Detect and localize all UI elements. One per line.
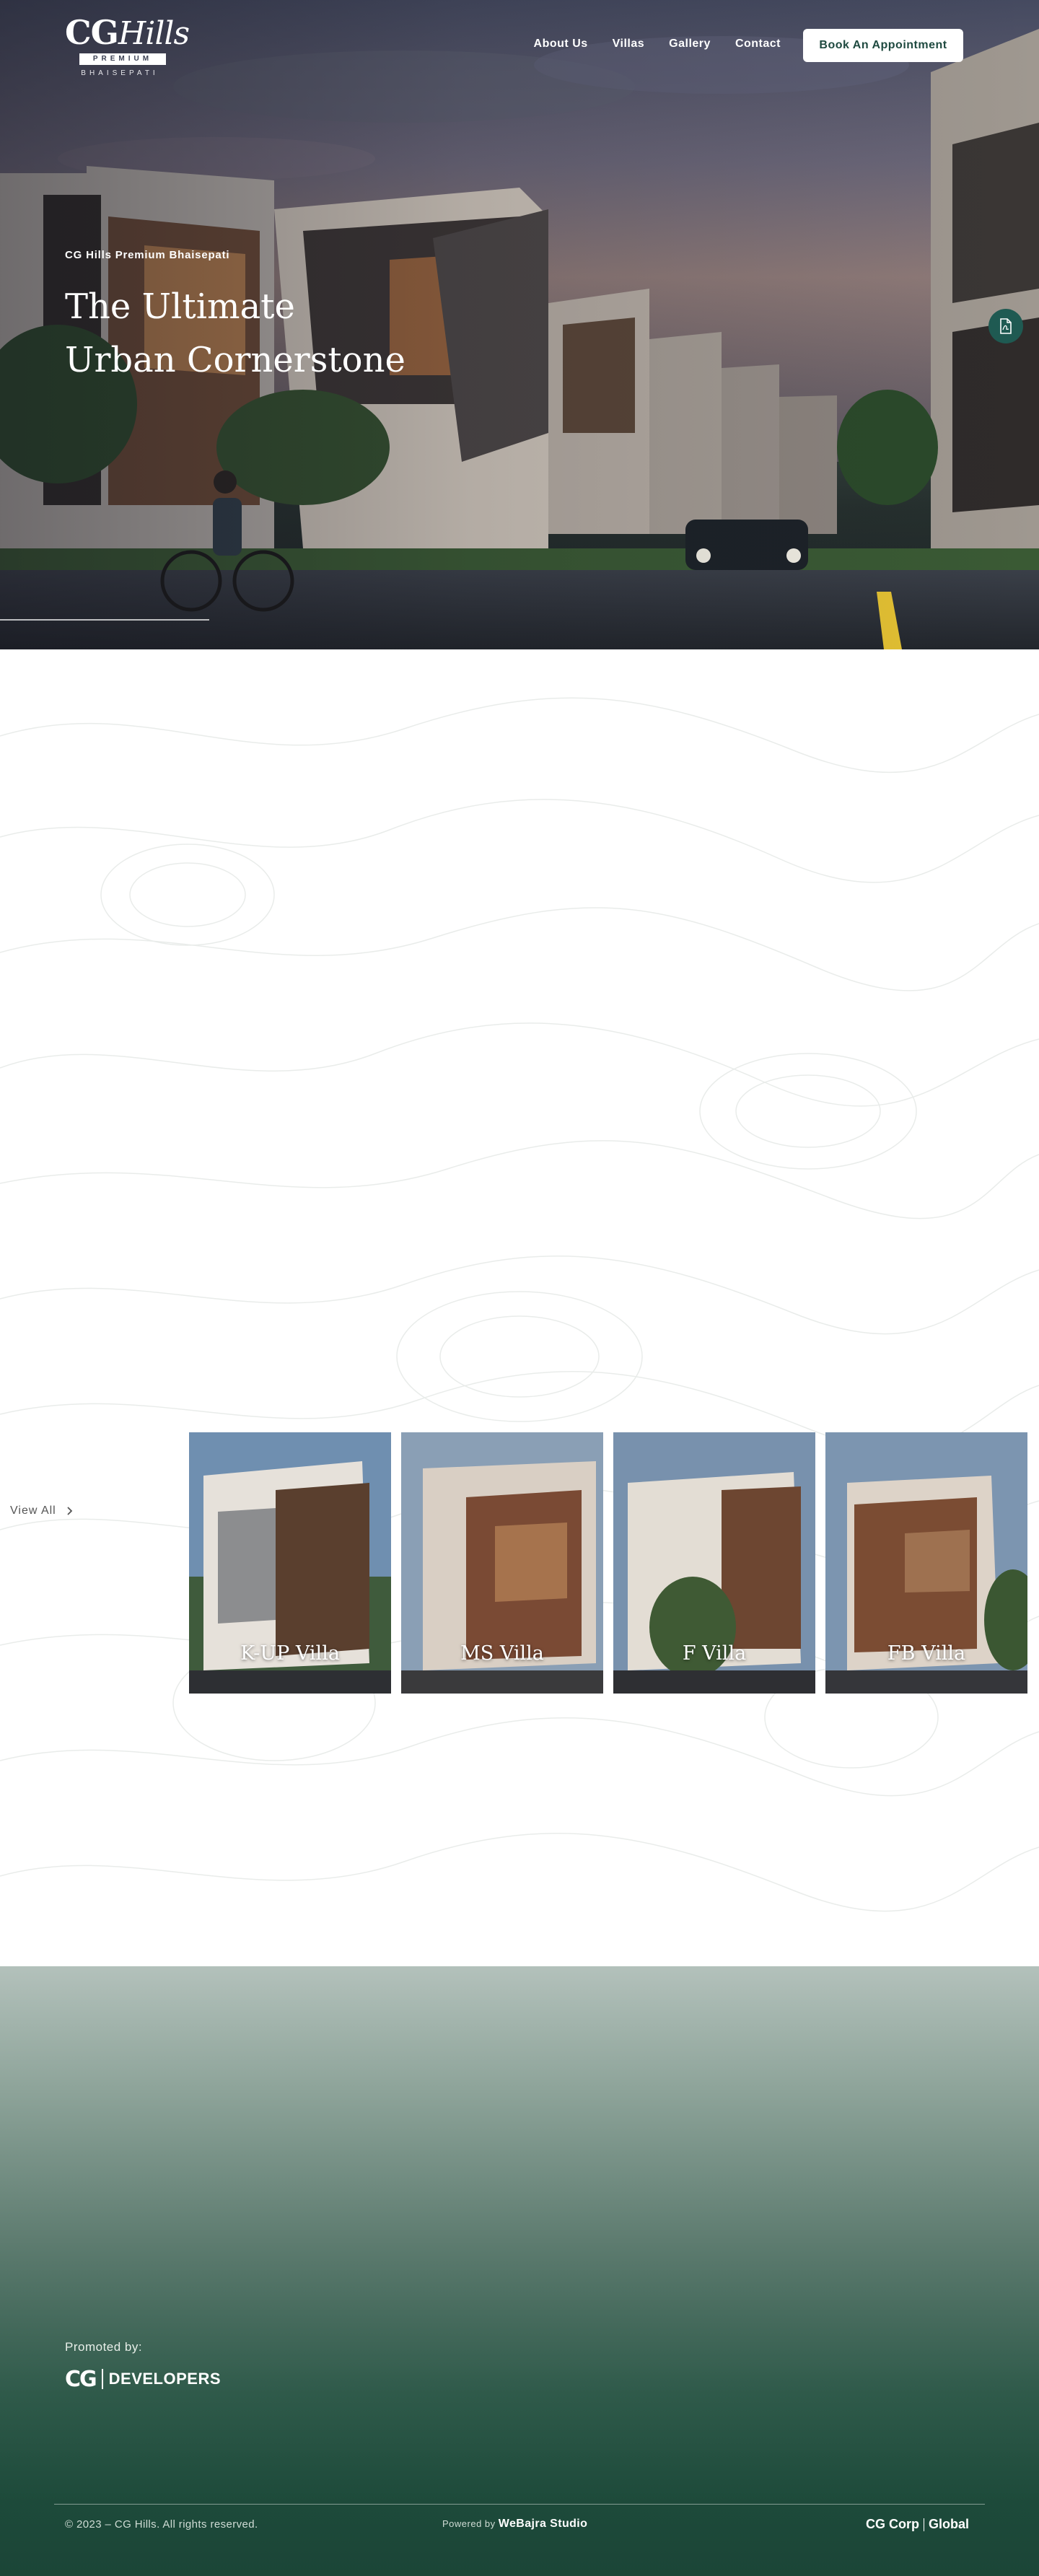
nav-villas[interactable]: Villas (613, 38, 645, 51)
cg-hills-logo[interactable]: CGHills PREMIUM BHAISEPATI (65, 13, 190, 79)
top-navigation: CGHills PREMIUM BHAISEPATI About Us Vill… (0, 0, 1039, 94)
site-footer: Promoted by: CG DEVELOPERS © 2023 – CG H… (0, 1966, 1039, 2576)
villa-card-fb[interactable]: FB Villa (825, 1432, 1027, 1694)
global-text: Global (929, 2517, 970, 2531)
hero-progress-line (0, 619, 209, 621)
chevron-right-icon (67, 1507, 73, 1515)
copyright-text: © 2023 – CG Hills. All rights reserved. (65, 2518, 258, 2531)
nav-gallery[interactable]: Gallery (669, 38, 711, 51)
cg-mark: CG (65, 2366, 97, 2392)
hero-section: CGHills PREMIUM BHAISEPATI About Us Vill… (0, 0, 1039, 649)
developers-wordmark: DEVELOPERS (108, 2370, 222, 2388)
powered-by: Powered by WeBajra Studio (442, 2518, 587, 2531)
promoted-by-label: Promoted by: (65, 2340, 143, 2354)
powered-by-prefix: Powered by (442, 2518, 496, 2529)
footer-divider (54, 2504, 985, 2505)
logo-divider (101, 2369, 103, 2389)
hero-headline: The Ultimate Urban Cornerstone (65, 280, 405, 387)
cg-developers-logo[interactable]: CG DEVELOPERS (65, 2366, 222, 2392)
villa-name: K-UP Villa (240, 1642, 340, 1665)
hero-eyebrow: CG Hills Premium Bhaisepati (65, 249, 230, 261)
villa-name: FB Villa (887, 1642, 966, 1665)
villas-section (0, 649, 1039, 1966)
villa-carousel: K-UP Villa MS Villa F Villa FB Villa (189, 1432, 1027, 1694)
topographic-background (0, 697, 1039, 1912)
logo-wordmark: CGHills (65, 13, 190, 52)
logo-location: BHAISEPATI (81, 69, 159, 77)
villa-card-ms[interactable]: MS Villa (401, 1432, 603, 1694)
villa-name: MS Villa (460, 1642, 544, 1665)
cg-corp-global-logo[interactable]: CG Corp Global (866, 2517, 969, 2532)
headline-line-2: Urban Cornerstone (65, 340, 405, 380)
view-all-link[interactable]: View All (10, 1504, 74, 1517)
brochure-pdf-button[interactable] (988, 309, 1023, 343)
nav-about-us[interactable]: About Us (534, 38, 588, 51)
villa-name: F Villa (682, 1642, 747, 1665)
pdf-file-icon (1000, 318, 1012, 334)
nav-contact[interactable]: Contact (735, 38, 781, 51)
logo-tier: PREMIUM (79, 53, 166, 65)
villa-card-f[interactable]: F Villa (613, 1432, 815, 1694)
headline-line-1: The Ultimate (65, 286, 295, 327)
view-all-label: View All (10, 1504, 56, 1517)
villa-card-k-up[interactable]: K-UP Villa (189, 1432, 391, 1694)
nav-menu: About Us Villas Gallery Contact (534, 38, 781, 51)
book-appointment-button[interactable]: Book An Appointment (803, 29, 963, 62)
webajra-studio-link[interactable]: WeBajra Studio (499, 2518, 588, 2530)
cg-corp-text: CG Corp (866, 2517, 919, 2531)
